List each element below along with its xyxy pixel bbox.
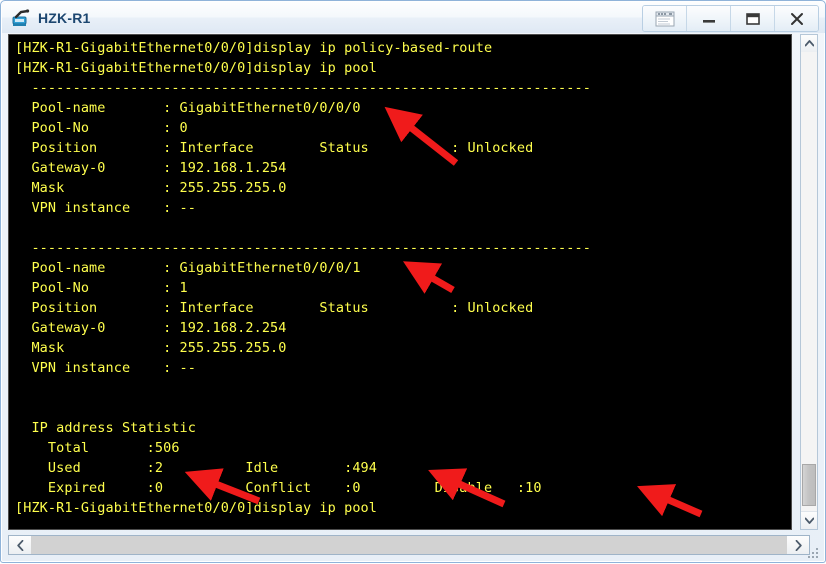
close-button[interactable] — [775, 6, 818, 31]
terminal-window: HZK-R1 [HZK-R1-GigabitEthernet0/0/0]disp… — [0, 0, 826, 563]
scroll-right-arrow[interactable] — [787, 536, 809, 554]
scroll-down-arrow[interactable] — [801, 511, 817, 529]
window-title-bar[interactable]: HZK-R1 — [2, 2, 825, 33]
maximize-button[interactable] — [731, 6, 775, 31]
vertical-scrollbar[interactable] — [800, 34, 818, 530]
window-controls — [642, 5, 819, 32]
window-title: HZK-R1 — [38, 9, 91, 26]
terminal-output: [HZK-R1-GigabitEthernet0/0/0]display ip … — [15, 40, 591, 516]
scroll-left-arrow[interactable] — [9, 536, 31, 554]
scroll-up-arrow[interactable] — [801, 35, 817, 53]
horizontal-scrollbar[interactable] — [8, 535, 810, 555]
vertical-scroll-thumb[interactable] — [802, 464, 816, 506]
minimize-button[interactable] — [687, 6, 731, 31]
resize-grip[interactable] — [808, 546, 821, 559]
vertical-scroll-track[interactable] — [801, 52, 817, 512]
terminal-console[interactable]: [HZK-R1-GigabitEthernet0/0/0]display ip … — [8, 34, 792, 530]
restore-window-button[interactable] — [643, 6, 687, 31]
router-device-icon — [11, 8, 31, 28]
horizontal-scroll-track[interactable] — [31, 536, 787, 554]
